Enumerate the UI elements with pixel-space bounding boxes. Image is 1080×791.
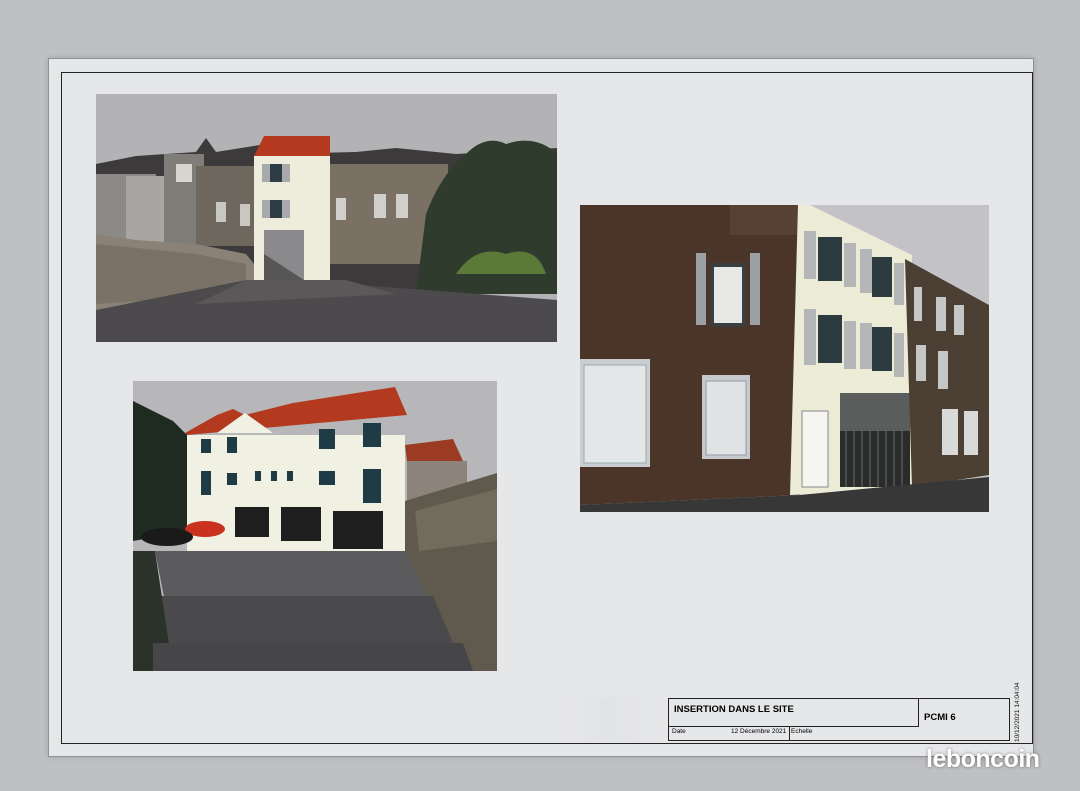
title-block-divider [789, 727, 790, 740]
title-block-reference: PCMI 6 [924, 712, 956, 723]
insertion-photo-rear-view [96, 94, 557, 342]
date-label: Date [672, 728, 686, 735]
insertion-photo-perspective-render [133, 381, 497, 671]
title-block-title: INSERTION DANS LE SITE [669, 699, 919, 727]
scan-smudge [568, 697, 664, 741]
leboncoin-watermark: leboncoin [926, 745, 1040, 773]
title-block: INSERTION DANS LE SITE PCMI 6 Date 12 Dé… [668, 698, 1010, 741]
title-block-info-row: Date 12 Décembre 2021 Echelle [669, 727, 919, 740]
insertion-photo-street-facade [580, 205, 989, 512]
date-value: 12 Décembre 2021 [731, 728, 787, 735]
print-timestamp: 10/12/2021 14:04:04 [1014, 682, 1021, 742]
scale-label: Echelle [791, 728, 813, 735]
